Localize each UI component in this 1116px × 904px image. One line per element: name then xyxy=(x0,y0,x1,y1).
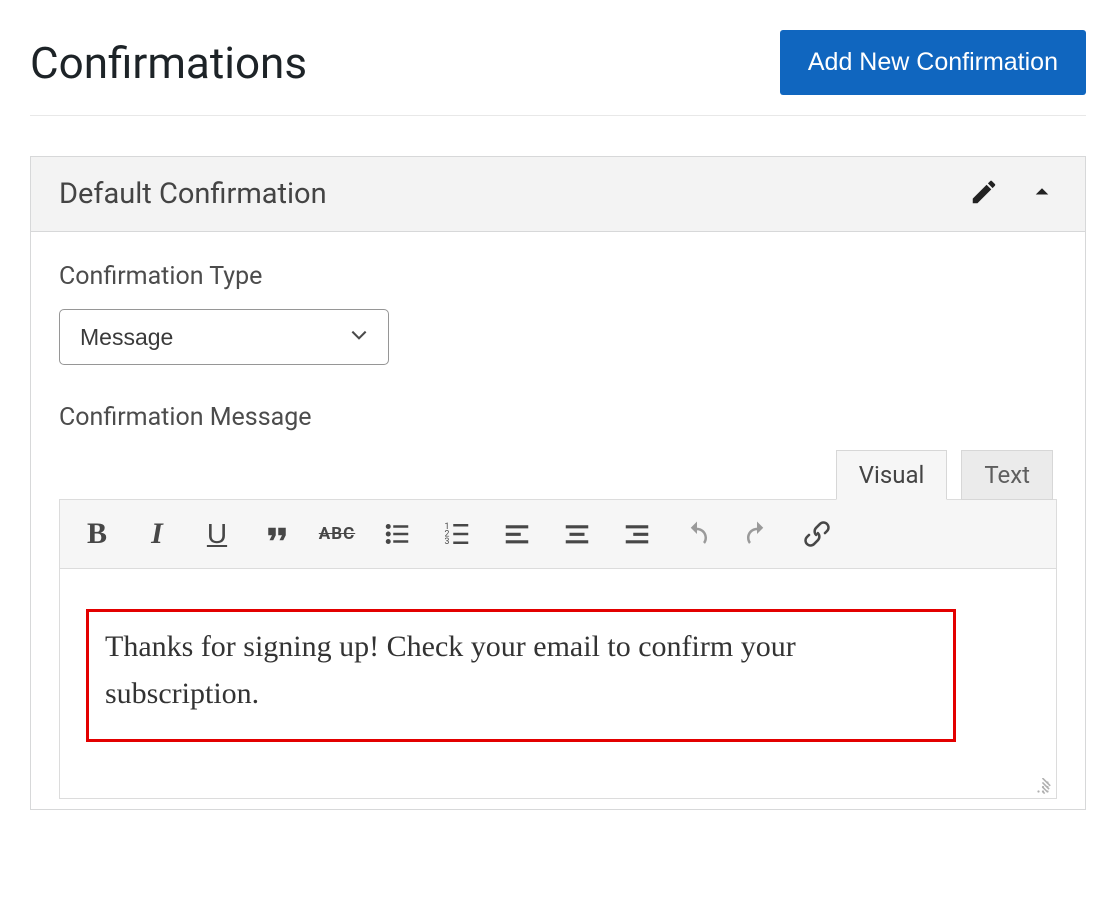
confirmation-type-label: Confirmation Type xyxy=(59,262,1057,291)
numbered-list-icon: 123 xyxy=(442,519,472,549)
undo-icon xyxy=(682,519,712,549)
align-right-icon xyxy=(622,519,652,549)
confirmation-panel: Default Confirmation Confirmation Type M… xyxy=(30,156,1086,810)
strikethrough-button[interactable]: ABC xyxy=(310,510,364,558)
align-center-icon xyxy=(562,519,592,549)
add-confirmation-button[interactable]: Add New Confirmation xyxy=(780,30,1086,95)
italic-button[interactable]: I xyxy=(130,510,184,558)
align-right-button[interactable] xyxy=(610,510,664,558)
blockquote-button[interactable] xyxy=(250,510,304,558)
confirmation-type-select[interactable]: Message xyxy=(59,309,389,365)
editor-content-area[interactable]: Thanks for signing up! Check your email … xyxy=(59,569,1057,799)
underline-button[interactable]: U xyxy=(190,510,244,558)
confirmation-message-label: Confirmation Message xyxy=(59,403,1057,432)
redo-button[interactable] xyxy=(730,510,784,558)
panel-body: Confirmation Type Message Confirmation M… xyxy=(31,232,1085,809)
collapse-icon[interactable] xyxy=(1027,177,1057,211)
resize-grip-icon[interactable] xyxy=(1034,778,1052,796)
link-button[interactable] xyxy=(790,510,844,558)
panel-header: Default Confirmation xyxy=(31,157,1085,232)
redo-icon xyxy=(742,519,772,549)
numbered-list-button[interactable]: 123 xyxy=(430,510,484,558)
message-content: Thanks for signing up! Check your email … xyxy=(105,630,796,710)
bullet-list-button[interactable] xyxy=(370,510,424,558)
edit-icon[interactable] xyxy=(969,177,999,211)
align-center-button[interactable] xyxy=(550,510,604,558)
undo-button[interactable] xyxy=(670,510,724,558)
panel-actions xyxy=(969,177,1057,211)
panel-title: Default Confirmation xyxy=(59,177,327,211)
confirmation-type-select-wrap: Message xyxy=(59,309,389,365)
page-title: Confirmations xyxy=(30,37,307,89)
align-left-icon xyxy=(502,519,532,549)
link-icon xyxy=(802,519,832,549)
header-row: Confirmations Add New Confirmation xyxy=(30,30,1086,116)
editor-block: Visual Text B I U ABC 123 xyxy=(59,450,1057,799)
bullet-list-icon xyxy=(382,519,412,549)
tab-text[interactable]: Text xyxy=(961,450,1053,500)
quote-icon xyxy=(262,519,292,549)
editor-toolbar: B I U ABC 123 xyxy=(59,499,1057,569)
message-highlight: Thanks for signing up! Check your email … xyxy=(86,609,956,742)
tab-visual[interactable]: Visual xyxy=(836,450,948,500)
bold-button[interactable]: B xyxy=(70,510,124,558)
svg-text:3: 3 xyxy=(445,537,450,547)
editor-tabs: Visual Text xyxy=(59,450,1057,500)
align-left-button[interactable] xyxy=(490,510,544,558)
